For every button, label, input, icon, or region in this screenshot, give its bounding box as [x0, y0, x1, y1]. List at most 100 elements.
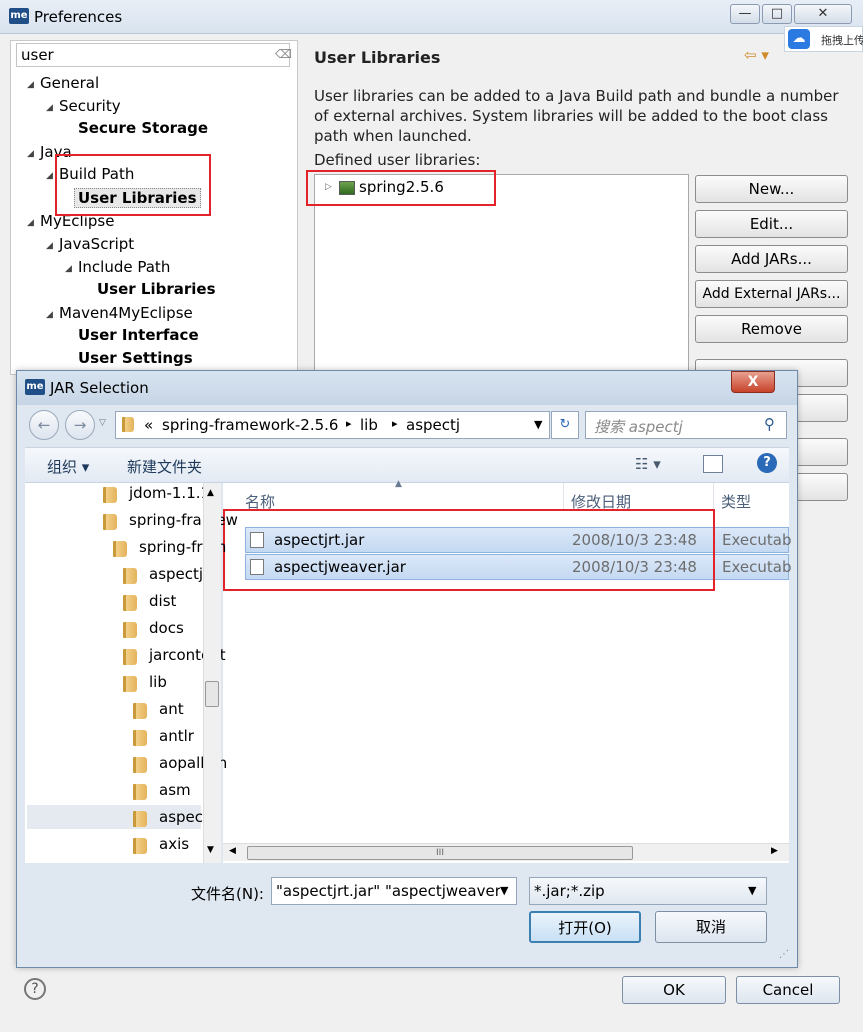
close-button[interactable]: ✕ — [794, 4, 852, 24]
tree-item-java[interactable]: Java — [40, 143, 72, 161]
back-button[interactable]: ← — [29, 410, 59, 440]
scroll-up-icon[interactable]: ▲ — [207, 488, 214, 498]
back-arrow-icon[interactable]: ⇦ ▾ — [744, 46, 769, 64]
crumb-lib[interactable]: lib — [360, 416, 378, 434]
file-name: aspectjrt.jar — [274, 531, 365, 549]
preview-pane-icon[interactable] — [703, 455, 723, 473]
tree-item-user-libraries[interactable]: User Libraries — [74, 188, 201, 208]
scroll-thumb[interactable] — [205, 681, 219, 707]
nav-item-lib[interactable]: lib — [149, 673, 167, 691]
jar-close-button[interactable]: X — [731, 371, 775, 393]
column-type[interactable]: 类型 — [721, 491, 751, 512]
refresh-button[interactable]: ↻ — [551, 411, 579, 439]
file-modified: 2008/10/3 23:48 — [572, 531, 697, 549]
address-bar[interactable]: « spring-framework-2.5.6 ▸ lib ▸ aspectj… — [115, 411, 550, 439]
preferences-window: me Preferences — □ ✕ ☁ 拖拽上传 user ⌫ ◢ Gene… — [0, 0, 863, 1032]
jar-cancel-button[interactable]: 取消 — [655, 911, 767, 943]
folder-icon — [123, 649, 137, 665]
navigation-scrollbar[interactable]: ▲ ▼ — [203, 483, 221, 863]
folder-icon — [123, 622, 137, 638]
ok-button[interactable]: OK — [622, 976, 726, 1004]
upload-overlay[interactable]: ☁ 拖拽上传 — [784, 26, 863, 52]
tree-expand-icon[interactable]: ◢ — [46, 171, 53, 181]
file-type-dropdown-icon[interactable]: ▼ — [748, 884, 756, 897]
open-button[interactable]: 打开(O) — [529, 911, 641, 943]
forward-button[interactable]: → — [65, 410, 95, 440]
column-name[interactable]: 名称 — [245, 491, 275, 512]
folder-icon — [123, 595, 137, 611]
tree-item-user-libraries[interactable]: User Libraries — [97, 280, 216, 298]
add-external-jars-button[interactable]: Add External JARs... — [695, 280, 848, 308]
tree-item-user-interface[interactable]: User Interface — [78, 326, 199, 344]
edit-button[interactable]: Edit... — [695, 210, 848, 238]
tree-expand-icon[interactable]: ◢ — [27, 218, 34, 228]
cancel-button[interactable]: Cancel — [736, 976, 840, 1004]
nav-item-dist[interactable]: dist — [149, 592, 176, 610]
maximize-button[interactable]: □ — [762, 4, 792, 24]
tree-expand-icon[interactable]: ◢ — [46, 241, 53, 251]
file-row[interactable]: aspectjweaver.jar 2008/10/3 23:48 Executab — [245, 554, 791, 580]
tree-item-javascript[interactable]: JavaScript — [59, 235, 134, 253]
nav-item-ant[interactable]: ant — [159, 700, 184, 718]
organize-menu[interactable]: 组织 ▾ — [47, 456, 89, 477]
scroll-left-icon[interactable]: ◀ — [229, 846, 236, 856]
clear-filter-icon[interactable]: ⌫ — [275, 47, 292, 61]
tree-item-user-settings[interactable]: User Settings — [78, 349, 193, 367]
preferences-titlebar: me Preferences — □ ✕ ☁ 拖拽上传 — [0, 0, 863, 52]
new-button[interactable]: New... — [695, 175, 848, 203]
crumb-spring-framework[interactable]: spring-framework-2.5.6 — [162, 416, 338, 434]
scroll-down-icon[interactable]: ▼ — [207, 845, 214, 855]
nav-item-asm[interactable]: asm — [159, 781, 191, 799]
filter-input[interactable]: user — [16, 43, 290, 67]
nav-item-jdom-1-1-1[interactable]: jdom-1.1.1 — [129, 484, 210, 502]
tree-expand-icon[interactable]: ◢ — [46, 310, 53, 320]
file-modified: 2008/10/3 23:48 — [572, 558, 697, 576]
scroll-thumb[interactable]: III — [247, 846, 633, 860]
nav-item-axis[interactable]: axis — [159, 835, 189, 853]
minimize-button[interactable]: — — [730, 4, 760, 24]
help-icon[interactable]: ? — [757, 453, 777, 473]
crumb-separator-icon[interactable]: ▸ — [346, 417, 352, 430]
tree-item-secure-storage[interactable]: Secure Storage — [78, 119, 208, 137]
filename-dropdown-icon[interactable]: ▼ — [500, 884, 509, 897]
tree-item-maven4myeclipse[interactable]: Maven4MyEclipse — [59, 304, 193, 322]
libraries-list[interactable]: ▷ spring2.5.6 — [314, 174, 689, 374]
new-folder-button[interactable]: 新建文件夹 — [127, 456, 202, 477]
help-icon[interactable]: ? — [24, 978, 46, 1000]
tree-expand-icon[interactable]: ◢ — [65, 264, 72, 274]
search-input[interactable]: 搜索 aspectj ⚲ — [585, 411, 787, 439]
resize-grip-icon[interactable]: ⋰ — [779, 949, 789, 960]
tree-expand-icon[interactable]: ◢ — [27, 80, 34, 90]
tree-expand-icon[interactable]: ◢ — [27, 149, 34, 159]
tree-item-include-path[interactable]: Include Path — [78, 258, 170, 276]
library-item[interactable]: spring2.5.6 — [359, 178, 444, 196]
folder-icon — [133, 838, 147, 854]
folder-icon — [133, 811, 147, 827]
add-jars-button[interactable]: Add JARs... — [695, 245, 848, 273]
crumb-separator-icon[interactable]: ▸ — [392, 417, 398, 430]
expand-icon[interactable]: ▷ — [325, 182, 332, 192]
file-row[interactable]: aspectjrt.jar 2008/10/3 23:48 Executab — [245, 527, 791, 553]
remove-button[interactable]: Remove — [695, 315, 848, 343]
column-modified[interactable]: 修改日期 — [571, 491, 631, 512]
address-overflow[interactable]: « — [144, 416, 153, 434]
view-options-icon[interactable]: ☷ ▾ — [635, 455, 661, 473]
file-type-select[interactable]: *.jar;*.zip ▼ — [529, 877, 767, 905]
address-dropdown-icon[interactable]: ▼ — [534, 418, 542, 431]
tree-item-general[interactable]: General — [40, 74, 99, 92]
tree-item-security[interactable]: Security — [59, 97, 121, 115]
tree-expand-icon[interactable]: ◢ — [46, 103, 53, 113]
tree-item-myeclipse[interactable]: MyEclipse — [40, 212, 114, 230]
horizontal-scrollbar[interactable]: ◀ III ▶ — [223, 843, 789, 861]
minimize-icon: — — [738, 6, 752, 21]
scroll-right-icon[interactable]: ▶ — [771, 846, 778, 856]
filename-input[interactable]: "aspectjrt.jar" "aspectjweaver. ▼ — [271, 877, 517, 905]
history-dropdown-icon[interactable]: ▽ — [99, 418, 106, 428]
nav-item-spring-framew[interactable]: spring-framew — [129, 511, 238, 529]
nav-item-aspectj[interactable]: aspectj — [149, 565, 203, 583]
crumb-aspectj[interactable]: aspectj — [406, 416, 460, 434]
nav-item-docs[interactable]: docs — [149, 619, 184, 637]
file-list[interactable]: ▲ 名称 修改日期 类型 aspectjrt.jar 2008/10/3 23:4… — [223, 479, 791, 863]
nav-item-antlr[interactable]: antlr — [159, 727, 194, 745]
tree-item-build-path[interactable]: Build Path — [59, 165, 134, 183]
